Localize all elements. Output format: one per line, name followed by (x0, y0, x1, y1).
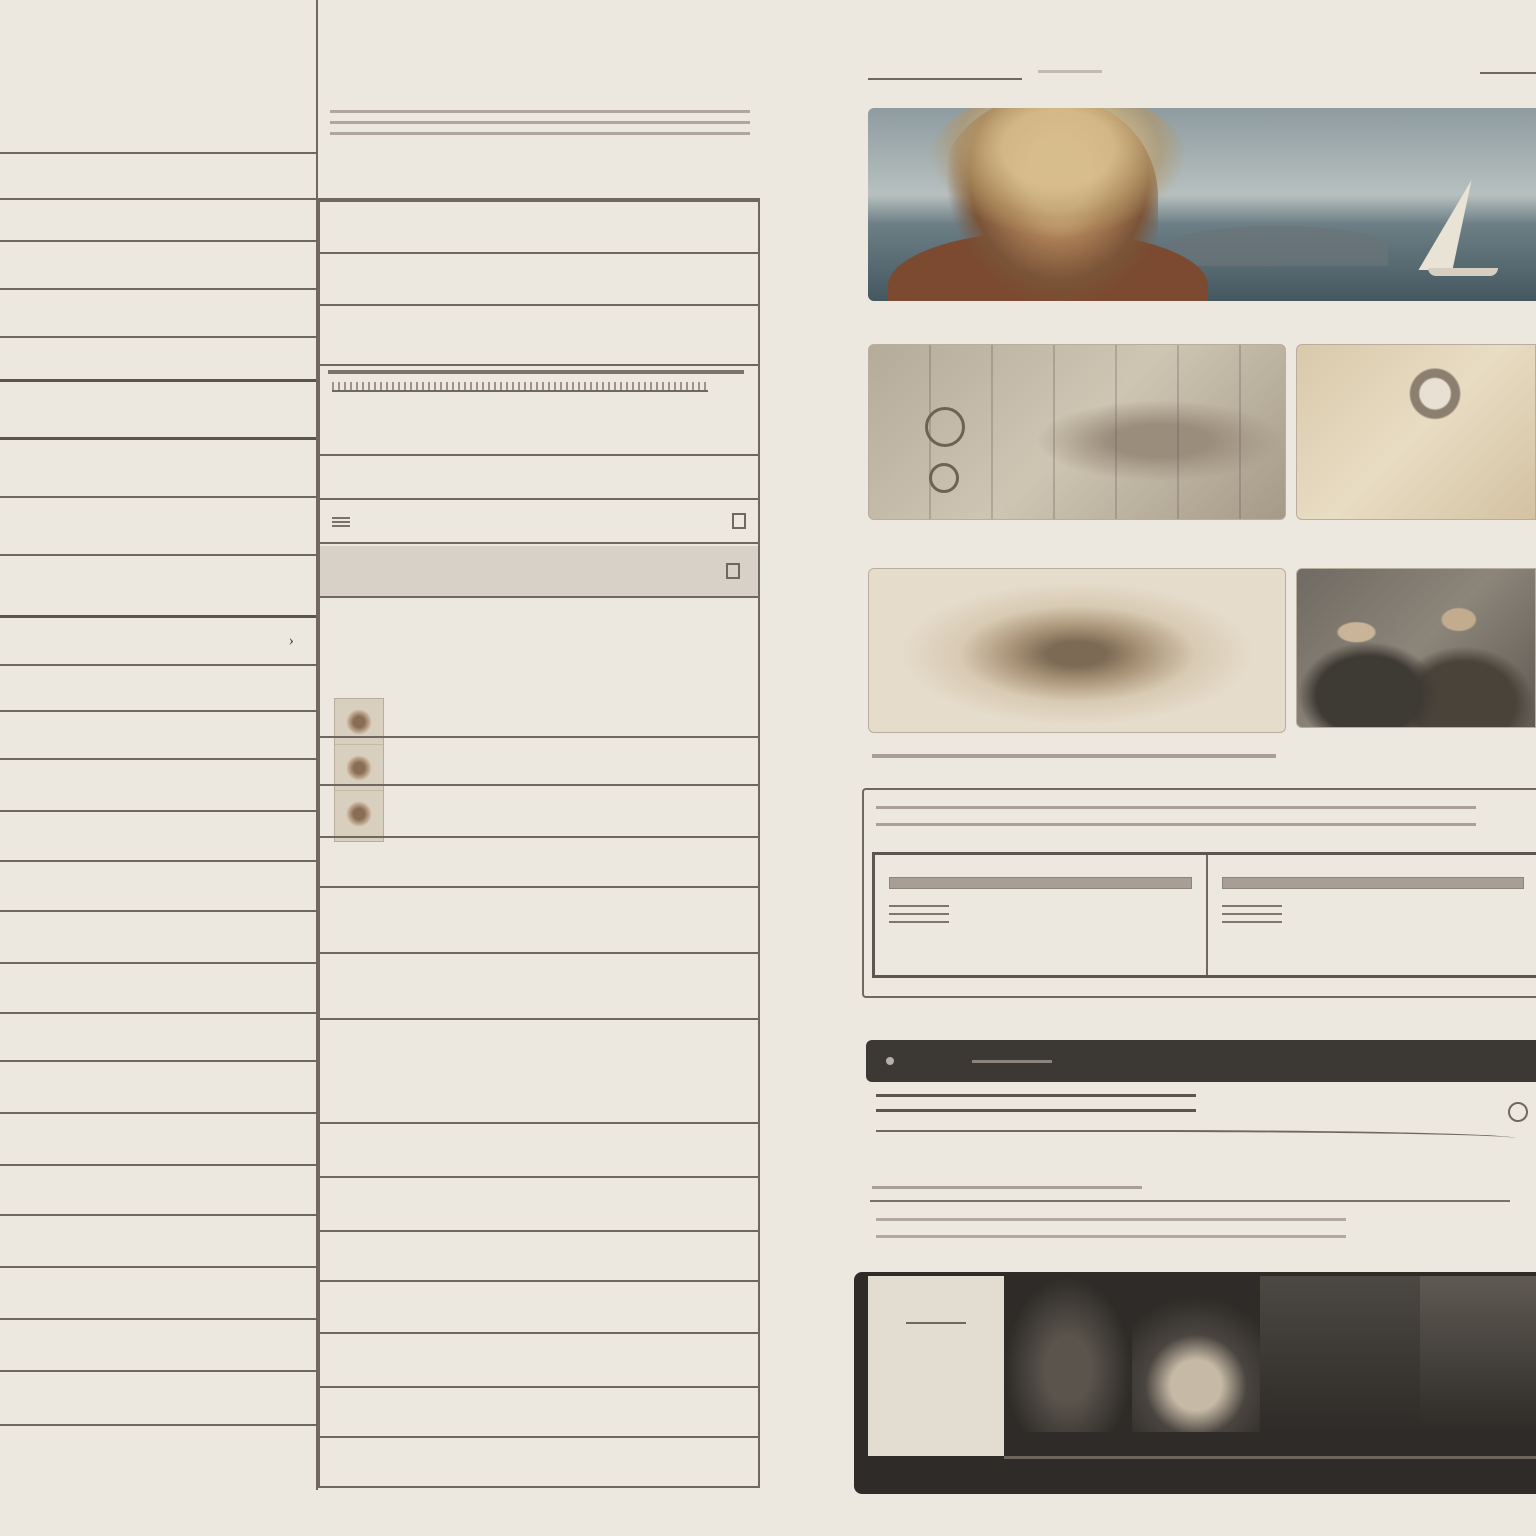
divider (870, 1200, 1510, 1202)
summary-box (862, 788, 1536, 998)
divider (1038, 70, 1102, 73)
detail-row[interactable] (320, 254, 758, 306)
detail-row[interactable] (320, 1438, 758, 1488)
sidebar-item[interactable] (0, 964, 316, 1014)
detail-row[interactable] (320, 456, 758, 500)
gallery-caption (870, 538, 970, 548)
promo-banner[interactable] (854, 1272, 1536, 1494)
detail-row[interactable] (320, 686, 758, 738)
detail-row[interactable] (320, 888, 758, 954)
sidebar-item[interactable] (0, 1114, 316, 1166)
sidebar-item[interactable] (0, 1014, 316, 1062)
sidebar-search-input[interactable] (0, 108, 316, 154)
detail-row[interactable] (320, 500, 758, 544)
stat-meta (1221, 903, 1282, 923)
sidebar-item[interactable] (0, 498, 316, 556)
sidebar-title (0, 0, 316, 64)
selected-list-item[interactable] (320, 546, 758, 598)
summary-text (876, 806, 1476, 840)
sidebar-item[interactable] (0, 712, 316, 760)
sidebar-item[interactable] (0, 440, 316, 498)
detail-row[interactable] (320, 786, 758, 838)
media-player[interactable] (866, 1040, 1536, 1082)
sidebar-item[interactable] (0, 912, 316, 964)
detail-row[interactable] (320, 738, 758, 786)
list-icon (332, 515, 350, 527)
sidebar-item[interactable] (0, 1268, 316, 1320)
stat-meta (889, 903, 949, 923)
player-caption (872, 1186, 1142, 1189)
page-description (330, 102, 750, 162)
hero-image[interactable] (868, 108, 1536, 301)
sidebar-item[interactable] (0, 666, 316, 712)
player-description (876, 1094, 1196, 1124)
bookmark-icon[interactable] (726, 563, 740, 579)
gallery-image-photo[interactable] (1296, 568, 1536, 728)
detail-row[interactable] (320, 838, 758, 888)
gallery-image-sketch[interactable] (868, 568, 1286, 733)
player-track[interactable] (972, 1059, 1052, 1063)
sidebar-item[interactable] (0, 1320, 316, 1372)
sidebar-subtitle (0, 64, 316, 108)
stats-panel (872, 852, 1536, 978)
sidebar-list: › (0, 154, 316, 1426)
gallery-breadcrumb[interactable] (868, 66, 1022, 80)
sidebar-item[interactable] (0, 1166, 316, 1216)
sidebar-item[interactable] (0, 382, 316, 440)
stat-bar (1221, 877, 1524, 889)
detail-panel (318, 0, 762, 1490)
banner-panel[interactable] (1004, 1276, 1132, 1432)
banner-panel[interactable] (1260, 1276, 1420, 1432)
detail-row[interactable] (320, 1020, 758, 1072)
detail-row[interactable] (320, 202, 758, 254)
sidebar-item[interactable] (0, 862, 316, 912)
sidebar-item[interactable] (0, 1216, 316, 1268)
sidebar-item[interactable]: › (0, 618, 316, 666)
gallery-image-map[interactable] (868, 344, 1286, 520)
play-icon[interactable] (886, 1057, 894, 1065)
detail-row[interactable] (320, 646, 758, 686)
progress-detail (332, 382, 708, 392)
sidebar-item[interactable] (0, 812, 316, 862)
sidebar-item[interactable] (0, 200, 316, 242)
gallery-image-chart[interactable] (1296, 344, 1536, 520)
sidebar-item[interactable] (0, 1062, 316, 1114)
detail-row[interactable] (320, 1232, 758, 1282)
chevron-right-icon: › (288, 632, 294, 649)
sidebar: › (0, 0, 318, 1490)
banner-footer (1004, 1456, 1536, 1459)
banner-panel[interactable] (1420, 1276, 1536, 1432)
gallery-area (854, 0, 1536, 1536)
detail-row[interactable] (320, 956, 758, 1020)
sidebar-item[interactable] (0, 760, 316, 812)
sidebar-item[interactable] (0, 154, 316, 200)
stat-card (1208, 855, 1536, 975)
banner-panel[interactable] (1132, 1276, 1260, 1432)
sidebar-item[interactable] (0, 242, 316, 290)
gallery-caption-line (872, 754, 1276, 758)
detail-row[interactable] (320, 598, 758, 646)
settings-icon[interactable] (1508, 1102, 1528, 1122)
detail-row[interactable] (320, 1282, 758, 1334)
detail-row[interactable] (320, 1178, 758, 1232)
stat-card (875, 855, 1208, 975)
grid-view-icon[interactable] (732, 513, 746, 529)
sidebar-item[interactable] (0, 290, 316, 338)
progress-bar (328, 370, 744, 374)
top-right-link[interactable] (1480, 62, 1536, 74)
sidebar-item[interactable] (0, 1372, 316, 1426)
detail-row[interactable] (320, 306, 758, 366)
detail-row[interactable] (320, 1388, 758, 1438)
sidebar-item[interactable] (0, 338, 316, 382)
detail-box (318, 198, 760, 1488)
stat-bar (889, 877, 1192, 889)
detail-row[interactable] (320, 1072, 758, 1124)
banner-poster[interactable] (868, 1276, 1004, 1456)
detail-row[interactable] (320, 1334, 758, 1388)
player-waveform[interactable] (876, 1130, 1516, 1144)
detail-row[interactable] (320, 408, 758, 456)
sidebar-item[interactable] (0, 556, 316, 618)
player-footer-text (876, 1218, 1346, 1252)
detail-row[interactable] (320, 1124, 758, 1178)
